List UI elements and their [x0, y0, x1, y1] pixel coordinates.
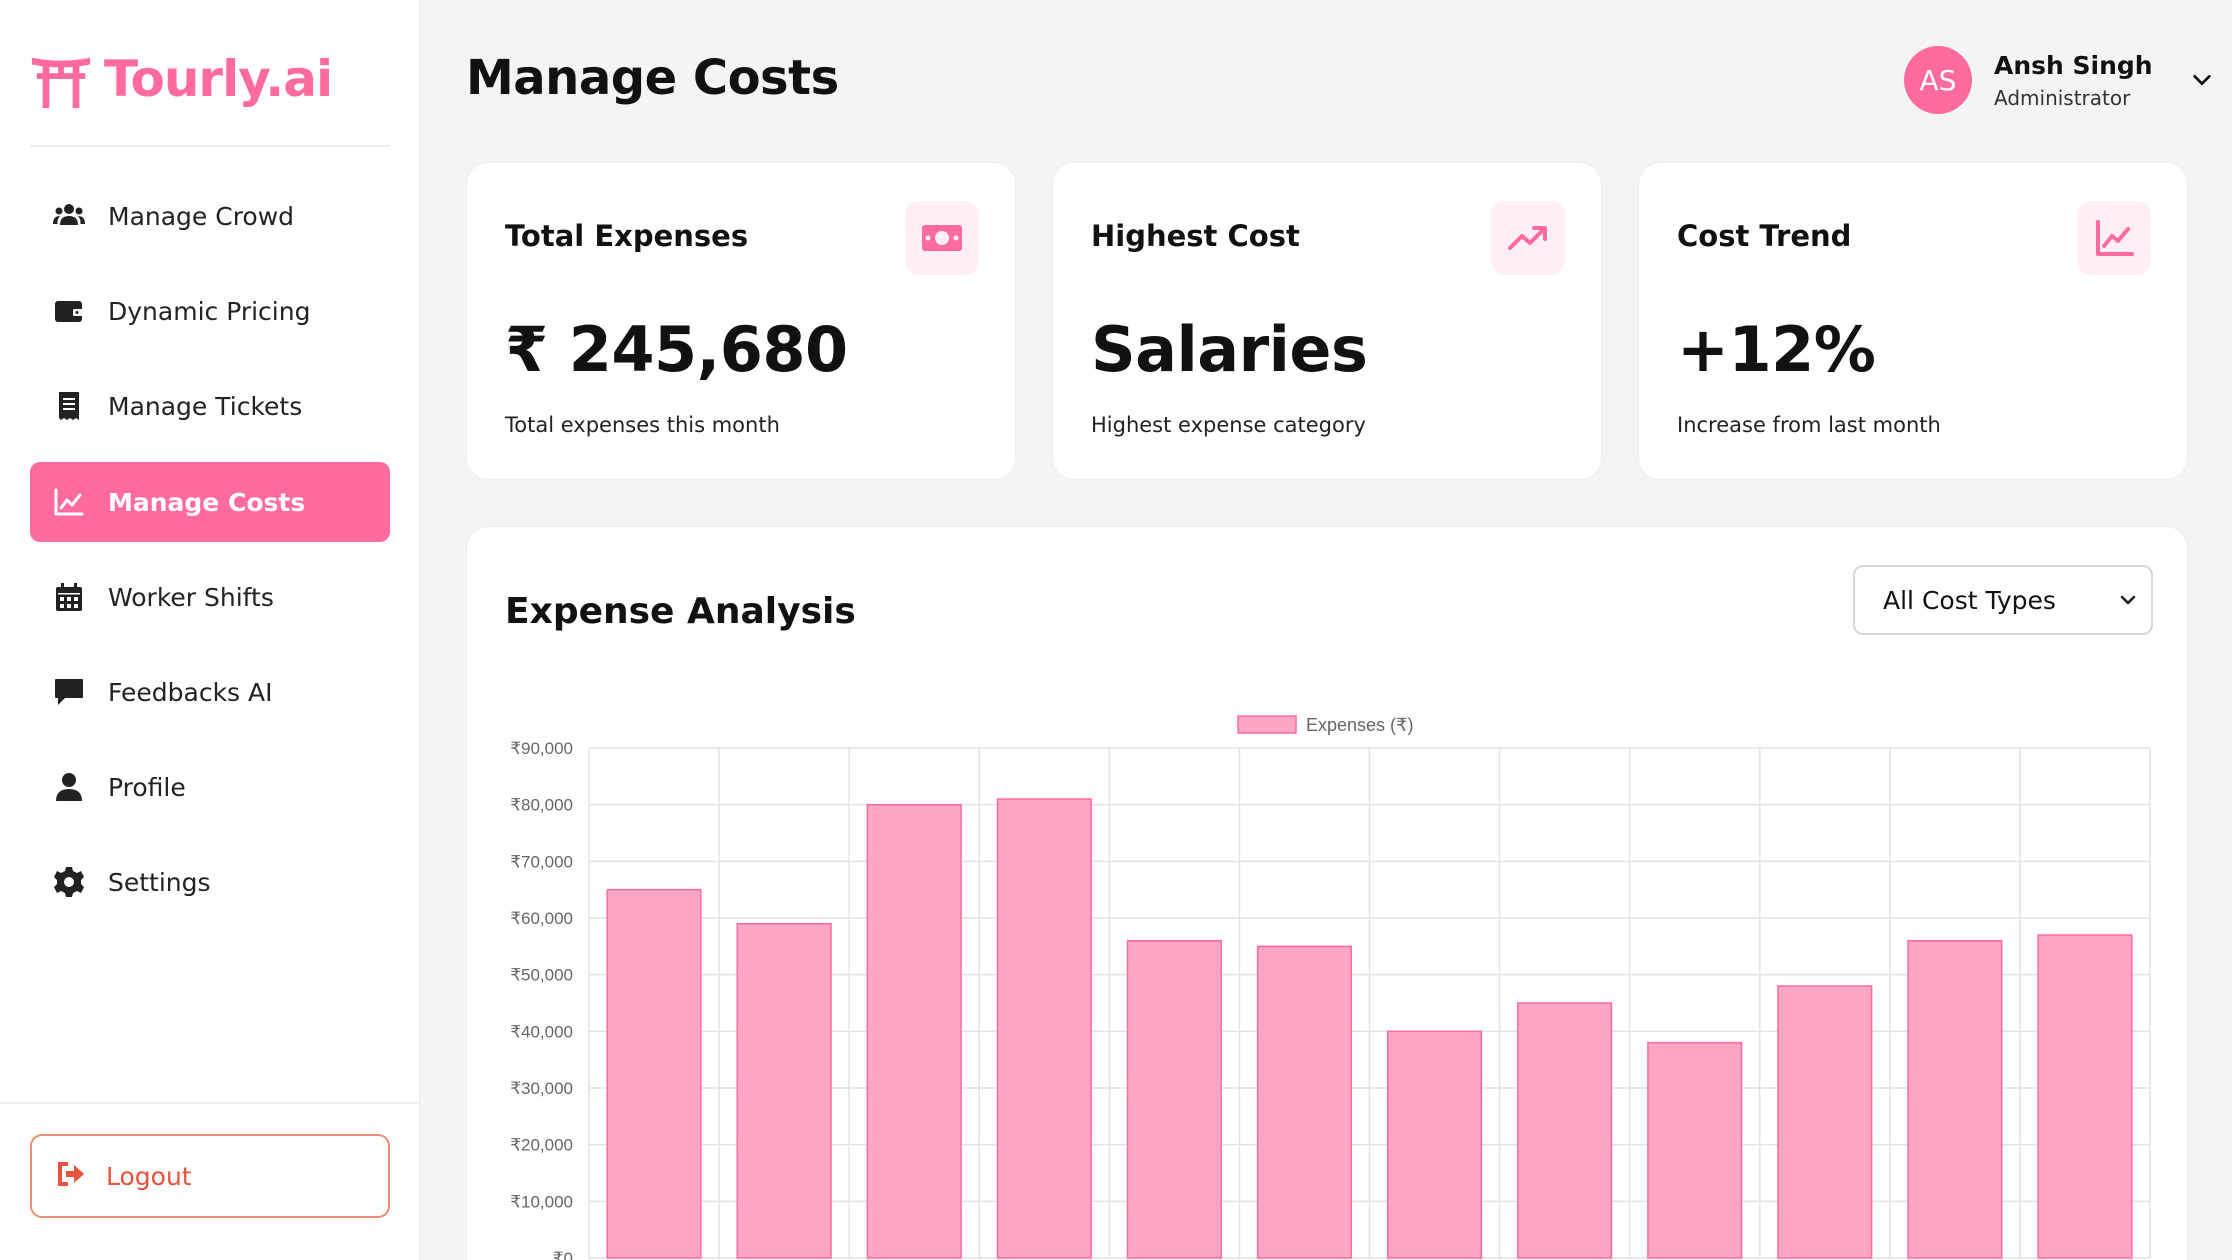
card-title: Highest Cost — [1091, 219, 1300, 253]
sidebar-item-worker-shifts[interactable]: Worker Shifts — [30, 557, 390, 637]
comment-icon — [52, 675, 86, 709]
expense-analysis-panel: Expense Analysis All Cost Types ₹0 ₹10,00… — [466, 526, 2188, 1260]
y-tick-label: ₹10,000 — [510, 1192, 573, 1211]
divider — [30, 145, 390, 147]
chart-bar — [736, 922, 832, 1259]
card-value: Salaries — [1091, 313, 1368, 386]
chart-bar — [996, 798, 1092, 1259]
calendar-icon — [52, 580, 86, 614]
logout-button[interactable]: Logout — [30, 1134, 390, 1218]
user-menu[interactable]: AS Ansh Singh Administrator — [1904, 46, 2213, 114]
users-icon — [52, 199, 86, 233]
stat-card-cost-trend: Cost Trend +12% Increase from last month — [1638, 162, 2188, 480]
card-value: +12% — [1677, 313, 1876, 386]
sidebar-item-label: Settings — [108, 867, 211, 897]
sidebar-item-label: Feedbacks AI — [108, 677, 273, 707]
y-tick-label: ₹90,000 — [510, 739, 573, 758]
sidebar-item-label: Profile — [108, 772, 186, 802]
logo-text: Tourly.ai — [104, 50, 333, 108]
y-tick-label: ₹70,000 — [510, 852, 573, 871]
chart-bar — [1647, 1041, 1743, 1259]
sidebar-item-label: Manage Tickets — [108, 391, 303, 421]
user-icon — [52, 770, 86, 804]
card-subtitle: Highest expense category — [1091, 413, 1366, 437]
legend-label: Expenses (₹) — [1306, 715, 1414, 735]
money-bill-icon — [905, 201, 979, 275]
user-name: Ansh Singh — [1994, 50, 2153, 80]
y-tick-label: ₹20,000 — [510, 1136, 573, 1155]
chart-bar — [1126, 939, 1222, 1259]
trending-up-icon — [1491, 201, 1565, 275]
wallet-icon — [52, 294, 86, 328]
sign-out-icon — [54, 1158, 86, 1194]
card-value: ₹ 245,680 — [505, 313, 848, 386]
chart-bar — [1386, 1030, 1483, 1259]
logo[interactable]: Tourly.ai — [30, 48, 333, 110]
expense-bar-chart: ₹0 ₹10,000 ₹20,000 ₹30,000 ₹40,000 ₹50,000 ₹60… — [510, 715, 2151, 1260]
torii-gate-icon — [31, 57, 91, 109]
avatar: AS — [1904, 46, 1972, 114]
chart-bar — [1517, 1002, 1613, 1259]
chart-bar — [1907, 939, 2003, 1259]
chart-bar — [1777, 985, 1873, 1259]
card-subtitle: Total expenses this month — [505, 413, 780, 437]
sidebar-item-label: Worker Shifts — [108, 582, 274, 612]
chart-bar — [2037, 934, 2133, 1259]
sidebar-item-settings[interactable]: Settings — [30, 842, 390, 922]
y-tick-label: ₹0 — [553, 1249, 573, 1260]
divider — [0, 1102, 420, 1104]
card-title: Total Expenses — [505, 219, 749, 253]
sidebar-item-manage-crowd[interactable]: Manage Crowd — [30, 176, 390, 256]
card-subtitle: Increase from last month — [1677, 413, 1941, 437]
sidebar-item-manage-costs[interactable]: Manage Costs — [30, 462, 390, 542]
sidebar-item-dynamic-pricing[interactable]: Dynamic Pricing — [30, 271, 390, 351]
y-tick-label: ₹30,000 — [510, 1079, 573, 1098]
y-tick-label: ₹40,000 — [510, 1022, 573, 1041]
chevron-down-icon[interactable] — [2191, 69, 2213, 91]
user-role: Administrator — [1994, 85, 2131, 110]
gear-icon — [52, 865, 86, 899]
y-tick-label: ₹60,000 — [510, 909, 573, 928]
stat-card-highest-cost: Highest Cost Salaries Highest expense ca… — [1052, 162, 1602, 480]
page-title: Manage Costs — [466, 50, 839, 106]
sidebar-item-manage-tickets[interactable]: Manage Tickets — [30, 366, 390, 446]
chart-line-icon — [2077, 201, 2151, 275]
logout-label: Logout — [106, 1161, 192, 1191]
chart-bar — [1256, 945, 1353, 1259]
sidebar-item-feedbacks-ai[interactable]: Feedbacks AI — [30, 652, 390, 732]
sidebar-item-label: Manage Costs — [108, 487, 306, 517]
chart-bar — [866, 803, 962, 1259]
sidebar-item-label: Dynamic Pricing — [108, 296, 311, 326]
y-tick-label: ₹80,000 — [510, 796, 573, 815]
card-title: Cost Trend — [1677, 219, 1852, 253]
chart-line-icon — [52, 485, 86, 519]
legend-swatch — [1237, 715, 1297, 734]
sidebar: Tourly.ai Manage Crowd Dynamic Pricing M… — [0, 0, 420, 1260]
stat-card-total-expenses: Total Expenses ₹ 245,680 Total expenses … — [466, 162, 1016, 480]
sidebar-item-label: Manage Crowd — [108, 201, 295, 231]
sidebar-item-profile[interactable]: Profile — [30, 747, 390, 827]
y-tick-label: ₹50,000 — [510, 966, 573, 985]
chart-bar — [606, 888, 702, 1259]
receipt-icon — [52, 389, 86, 423]
